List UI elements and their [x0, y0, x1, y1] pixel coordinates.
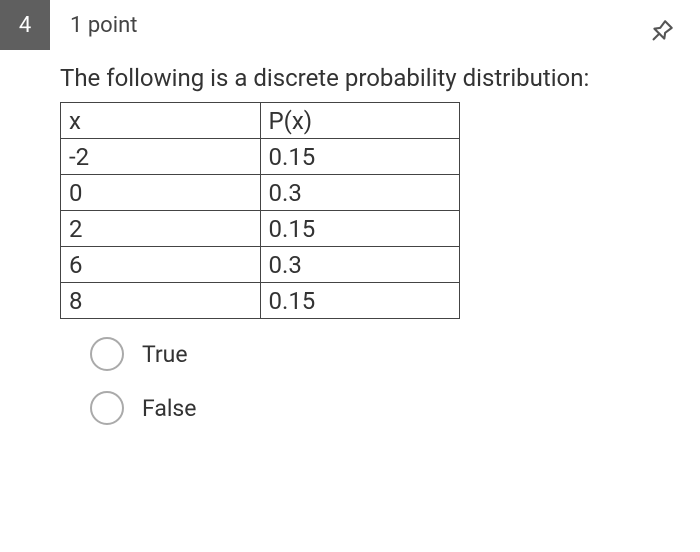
- question-header: 4 1 point: [0, 0, 700, 50]
- table-row: -2 0.15: [61, 139, 460, 175]
- table-row: x P(x): [61, 103, 460, 139]
- table-header-x: x: [61, 103, 261, 139]
- option-true[interactable]: True: [90, 337, 670, 371]
- radio-icon[interactable]: [90, 337, 124, 371]
- answer-options: True False: [60, 337, 670, 425]
- option-label: True: [142, 341, 188, 368]
- table-cell: 0.3: [260, 175, 460, 211]
- table-cell: 0: [61, 175, 261, 211]
- option-false[interactable]: False: [90, 391, 670, 425]
- table-cell: 0.15: [260, 211, 460, 247]
- table-row: 8 0.15: [61, 283, 460, 319]
- probability-table: x P(x) -2 0.15 0 0.3 2 0.15 6 0.3 8 0.15: [60, 102, 460, 319]
- question-prompt: The following is a discrete probability …: [60, 62, 670, 94]
- table-cell: 0.3: [260, 247, 460, 283]
- table-cell: 0.15: [260, 283, 460, 319]
- table-cell: 6: [61, 247, 261, 283]
- pin-icon[interactable]: [647, 18, 675, 46]
- question-number: 4: [0, 0, 50, 50]
- table-row: 0 0.3: [61, 175, 460, 211]
- table-cell: -2: [61, 139, 261, 175]
- points-label: 1 point: [70, 13, 137, 38]
- table-cell: 2: [61, 211, 261, 247]
- question-body: The following is a discrete probability …: [0, 50, 700, 425]
- option-label: False: [142, 395, 197, 422]
- table-row: 2 0.15: [61, 211, 460, 247]
- table-header-px: P(x): [260, 103, 460, 139]
- table-cell: 0.15: [260, 139, 460, 175]
- radio-icon[interactable]: [90, 391, 124, 425]
- table-cell: 8: [61, 283, 261, 319]
- table-row: 6 0.3: [61, 247, 460, 283]
